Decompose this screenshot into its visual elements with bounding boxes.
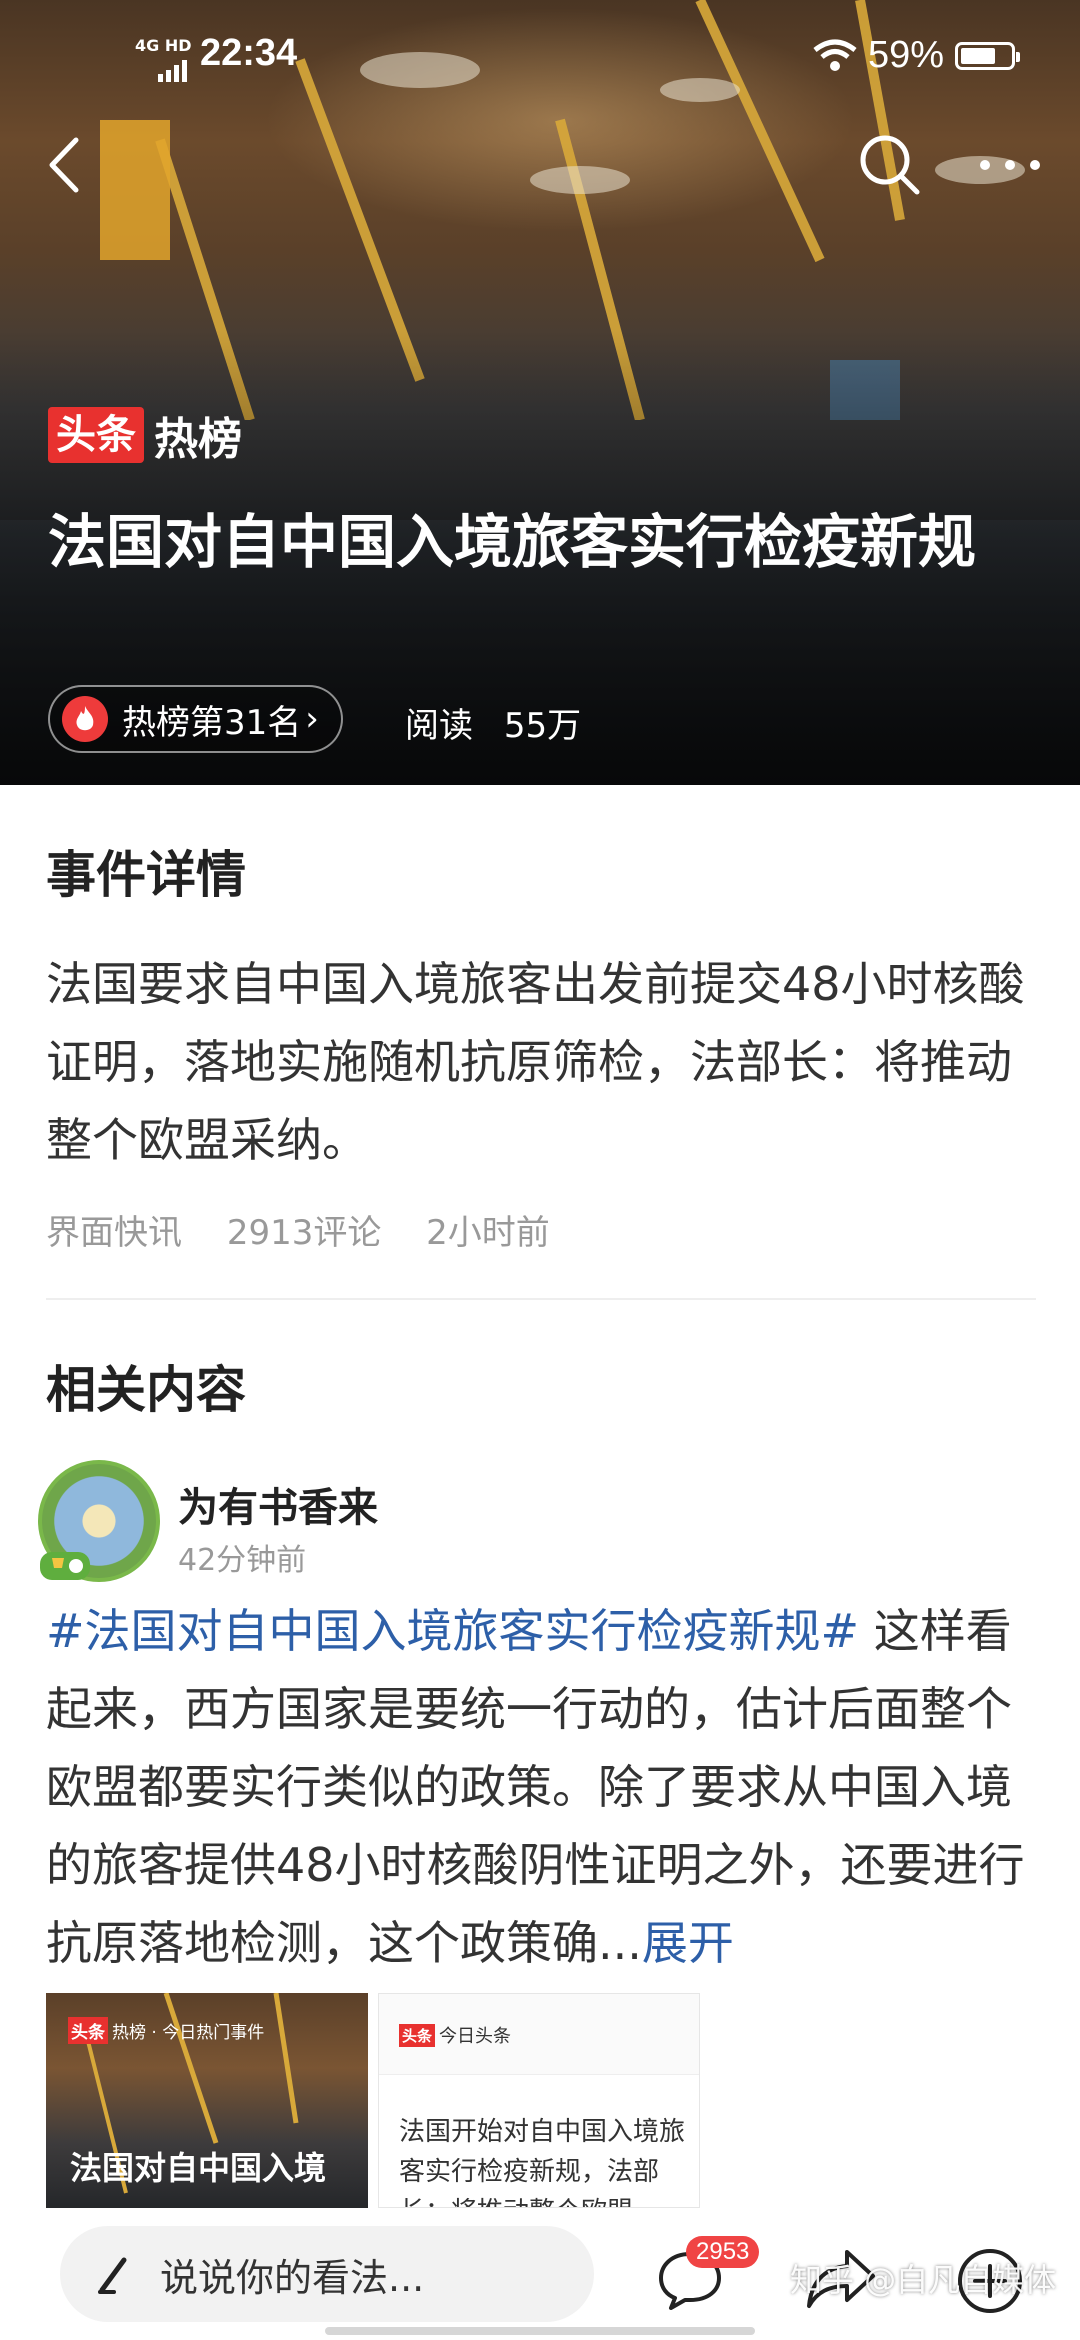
avatar[interactable] xyxy=(38,1460,160,1582)
event-section-title: 事件详情 xyxy=(46,846,246,904)
signal-icon xyxy=(158,60,187,82)
hero-banner: 4G HD 22:34 59% 头条 热榜 法国对自中国入境旅客实行检疫新规 热… xyxy=(0,0,1080,785)
post-image-2[interactable]: 头条 今日头条 法国开始对自中国入境旅客实行检疫新规，法部长：将推动整个欧盟 xyxy=(378,1993,700,2208)
pen-icon xyxy=(98,2257,127,2294)
comment-count-badge: 2953 xyxy=(686,2236,760,2268)
wifi-icon xyxy=(813,39,857,71)
thumb2-caption: 法国开始对自中国入境旅客实行检疫新规，法部长：将推动整个欧盟 xyxy=(399,2117,686,2207)
post-text: #法国对自中国入境旅客实行检疫新规# 这样看起来，西方国家是要统一行动的，估计后… xyxy=(46,1592,1036,1982)
status-bar: 4G HD 22:34 59% xyxy=(0,30,1080,90)
read-count: 阅读 55万 xyxy=(405,698,581,747)
thumb2-tag: 头条 今日头条 xyxy=(399,2022,511,2048)
post-author[interactable]: 为有书香来 xyxy=(178,1475,378,1533)
battery-icon xyxy=(955,42,1020,70)
post-body-text: 这样看起来，西方国家是要统一行动的，估计后面整个欧盟都要实行类似的政策。除了要求… xyxy=(46,1604,1025,1970)
event-summary: 法国要求自中国入境旅客出发前提交48小时核酸证明，落地实施随机抗原筛检，法部长：… xyxy=(46,957,1025,1167)
divider xyxy=(46,1298,1036,1300)
event-meta: 界面快讯 2913评论 2小时前 xyxy=(46,1205,584,1254)
page-title: 法国对自中国入境旅客实行检疫新规 xyxy=(48,508,977,576)
post-hashtag-link[interactable]: #法国对自中国入境旅客实行检疫新规# xyxy=(46,1604,859,1658)
home-indicator[interactable] xyxy=(325,2327,755,2335)
network-indicator: 4G HD xyxy=(135,36,192,55)
watermark: 知乎 @白凡自媒体 xyxy=(790,2261,1057,2299)
clock: 22:34 xyxy=(200,32,298,74)
battery-percent: 59% xyxy=(868,34,945,76)
post-image-1[interactable]: 头条 热榜 · 今日热门事件 法国对自中国入境 xyxy=(46,1993,368,2208)
back-button[interactable] xyxy=(40,130,90,200)
thumb1-caption: 法国对自中国入境 xyxy=(70,2149,327,2187)
trophy-badge-icon xyxy=(40,1552,90,1580)
event-time: 2小时前 xyxy=(426,1213,550,1253)
related-section-title: 相关内容 xyxy=(46,1361,246,1419)
hot-list-brand: 头条 热榜 xyxy=(48,405,242,465)
post-time: 42分钟前 xyxy=(178,1543,307,1578)
more-options-icon[interactable] xyxy=(975,140,1045,190)
comment-placeholder: 说说你的看法... xyxy=(160,2255,425,2300)
event-comment-count[interactable]: 2913评论 xyxy=(227,1213,382,1253)
brand-hot-label: 热榜 xyxy=(154,414,242,465)
chevron-right-icon: › xyxy=(305,699,319,739)
hot-rank-label: 热榜第31名 xyxy=(122,702,302,743)
read-count-value: 55万 xyxy=(503,706,582,746)
hot-rank-button[interactable]: 热榜第31名 › xyxy=(48,685,343,753)
event-source[interactable]: 界面快讯 xyxy=(46,1213,182,1253)
thumb1-tag: 头条 热榜 · 今日热门事件 xyxy=(68,2017,264,2044)
search-icon[interactable] xyxy=(855,130,925,200)
brand-toutiao-badge: 头条 xyxy=(48,407,144,463)
fire-icon xyxy=(62,696,108,742)
comment-input[interactable]: 说说你的看法... xyxy=(60,2226,594,2322)
expand-link[interactable]: 展开 xyxy=(642,1916,734,1970)
read-count-label: 阅读 xyxy=(405,706,473,746)
